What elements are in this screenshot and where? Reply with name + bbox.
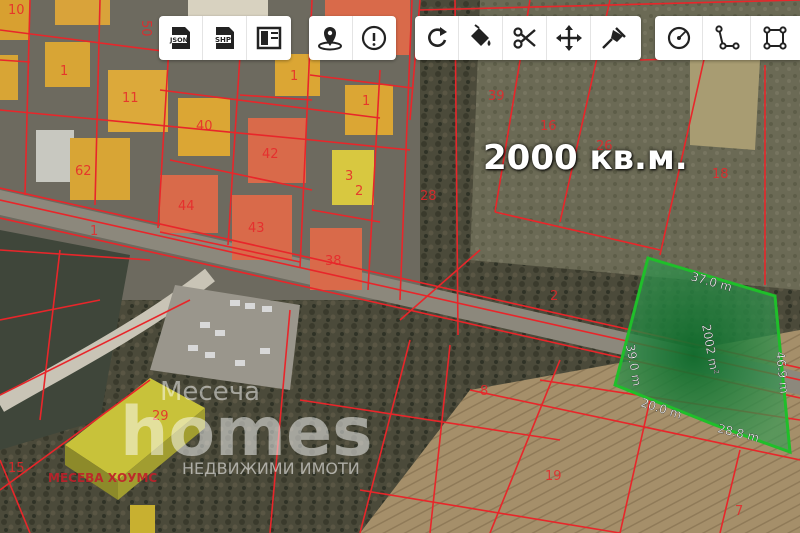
parcel-number: 18 xyxy=(712,167,729,182)
info-icon xyxy=(362,25,387,51)
parcel-number: 16 xyxy=(540,119,557,134)
parcel-number: 15 xyxy=(8,461,25,476)
layout-button[interactable] xyxy=(247,16,291,60)
area-overlay-label: 2000 кв.м. xyxy=(483,138,688,178)
move-icon xyxy=(555,25,582,51)
draw-circle-button[interactable] xyxy=(655,16,703,60)
watermark-left: МЕСЕВА ХОУМС xyxy=(48,471,157,485)
pin-button[interactable] xyxy=(591,16,635,60)
parcel-number: 39 xyxy=(488,89,505,104)
layout-icon xyxy=(256,26,282,50)
locate-icon xyxy=(318,27,343,51)
parcel-number: 7 xyxy=(735,504,743,519)
watermark-right: НЕДВИЖИМИ ИМОТИ xyxy=(182,459,360,478)
svg-text:JSON: JSON xyxy=(169,36,188,44)
draw-toolbar xyxy=(655,16,800,60)
parcel-number: 1 xyxy=(90,224,98,239)
draw-square-button[interactable] xyxy=(751,16,799,60)
parcel-number: 43 xyxy=(248,221,265,236)
parcel-number: 1 xyxy=(60,64,68,79)
parcel-number: 38 xyxy=(325,254,342,269)
export-shp-icon: SHP xyxy=(212,27,234,49)
parcel-number: 8 xyxy=(480,384,488,399)
draw-line-icon xyxy=(714,25,740,50)
parcel-number: 19 xyxy=(545,469,562,484)
draw-circle-icon xyxy=(667,26,690,50)
parcel-number: 3 xyxy=(345,169,353,184)
locate-button[interactable] xyxy=(309,16,353,60)
svg-text:SHP: SHP xyxy=(215,36,231,44)
undo-button[interactable] xyxy=(415,16,459,60)
draw-square-icon xyxy=(763,26,787,50)
move-button[interactable] xyxy=(547,16,591,60)
parcel-number: 50 xyxy=(138,20,153,37)
cut-button[interactable] xyxy=(503,16,547,60)
parcel-number: 2 xyxy=(355,184,363,199)
parcel-number: 62 xyxy=(75,164,92,179)
info-toolbar xyxy=(309,16,396,60)
parcel-number: 1 xyxy=(290,69,298,84)
parcel-number: 44 xyxy=(178,199,195,214)
parcel-number: 11 xyxy=(122,91,139,106)
export-shp-button[interactable]: SHP xyxy=(203,16,247,60)
info-button[interactable] xyxy=(353,16,397,60)
draw-line-button[interactable] xyxy=(703,16,751,60)
parcel-number: 28 xyxy=(420,189,437,204)
fill-icon xyxy=(470,24,490,46)
parcel-number: 2 xyxy=(550,289,558,304)
parcel-number: 10 xyxy=(8,3,25,18)
edit-toolbar xyxy=(415,16,641,60)
export-toolbar: JSON SHP xyxy=(159,16,291,60)
pin-icon xyxy=(602,27,626,49)
cut-icon xyxy=(512,27,536,49)
export-json-button[interactable]: JSON xyxy=(159,16,203,60)
export-json-icon: JSON xyxy=(168,27,190,49)
parcel-number: 40 xyxy=(196,119,213,134)
satellite-cadastral-map[interactable]: 50 10 1 42 1 40 11 1 62 44 43 38 39 26 1… xyxy=(0,0,800,533)
parcel-number: 42 xyxy=(262,147,279,162)
fill-button[interactable] xyxy=(459,16,503,60)
parcel-number: 1 xyxy=(362,94,370,109)
undo-icon xyxy=(427,27,447,47)
